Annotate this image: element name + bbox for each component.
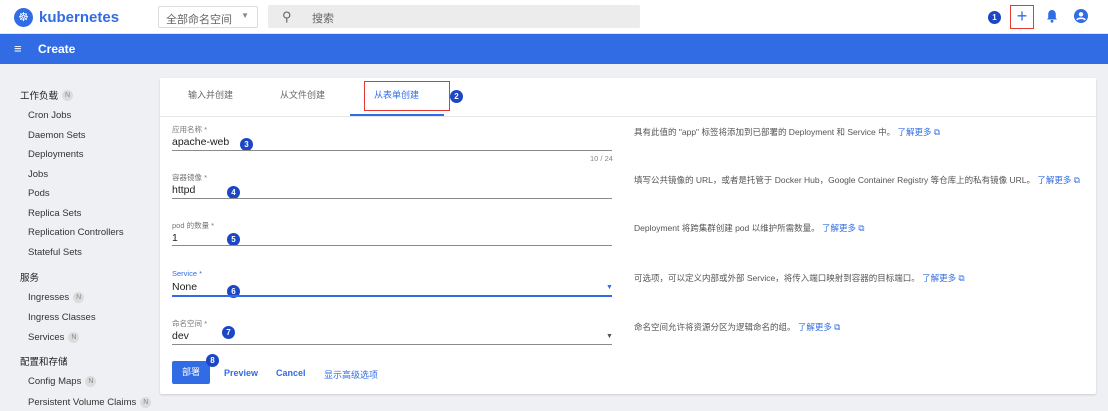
annotation-badge-8: 8 (206, 354, 219, 367)
namespace-help: 命名空间允许将资源分区为逻辑命名的组。 了解更多 ⧉ (634, 322, 841, 332)
sidebar-section-config-storage[interactable]: 配置和存储 (20, 354, 68, 368)
search-icon: ⚲ (282, 9, 292, 24)
sidebar-section-label: 工作负载 (20, 91, 59, 102)
namespaced-badge: N (73, 292, 85, 303)
sidebar-item-cron-jobs[interactable]: Cron Jobs (28, 110, 71, 121)
app-name: kubernetes (39, 9, 120, 26)
service-select[interactable]: None (172, 281, 197, 293)
pods-label: pod 的数量 * (172, 221, 215, 230)
helm-wheel-icon: ☸ (14, 8, 33, 27)
pods-underline (172, 245, 612, 246)
image-input[interactable]: httpd (172, 184, 195, 196)
service-underline (172, 295, 612, 297)
sidebar-item-replication-controllers[interactable]: Replication Controllers (28, 227, 124, 238)
sidebar-item-stateful-sets[interactable]: Stateful Sets (28, 247, 82, 258)
chevron-down-icon[interactable]: ▼ (606, 284, 613, 291)
external-link-icon: ⧉ (933, 127, 940, 137)
annotation-badge-2: 2 (450, 90, 463, 103)
namespace-selector[interactable]: 全部命名空间 ▼ (158, 6, 258, 28)
namespaced-badge: N (62, 89, 74, 101)
bell-icon[interactable] (1046, 9, 1058, 23)
app-name-label: 应用名称 * (172, 125, 208, 134)
image-label: 容器镜像 * (172, 173, 208, 182)
sidebar-item-config-maps[interactable]: Config Maps N (28, 376, 97, 387)
create-form-card: 输入并创建 从文件创建 从表单创建 2 应用名称 * apache-web 3 … (160, 78, 1096, 394)
account-icon[interactable] (1074, 9, 1088, 23)
kubernetes-logo[interactable]: ☸ kubernetes (14, 8, 119, 27)
sidebar-item-services[interactable]: Services N (28, 332, 80, 343)
preview-button[interactable]: Preview (224, 368, 258, 378)
show-advanced-options-button[interactable]: 显示高级选项 (324, 368, 378, 381)
sidebar-section-label: 服务 (20, 273, 40, 284)
namespace-select[interactable]: dev (172, 330, 189, 342)
namespace-underline (172, 344, 612, 345)
sidebar-item-jobs[interactable]: Jobs (28, 169, 48, 180)
sidebar-section-workloads[interactable]: 工作负载 N (20, 88, 74, 102)
sidebar-section-label: 配置和存储 (20, 357, 68, 368)
sidebar-item-ingress-classes[interactable]: Ingress Classes (28, 312, 96, 323)
app-name-char-count: 10 / 24 (590, 154, 613, 163)
sidebar-item-daemon-sets[interactable]: Daemon Sets (28, 130, 86, 141)
image-help: 填写公共镜像的 URL，或者是托管于 Docker Hub，Google Con… (634, 175, 1080, 185)
service-help: 可选项，可以定义内部或外部 Service，将传入端口映射到容器的目标端口。 了… (634, 273, 965, 283)
sidebar-item-replica-sets[interactable]: Replica Sets (28, 208, 81, 219)
external-link-icon: ⧉ (958, 273, 965, 283)
tab-highlight-box (364, 81, 450, 111)
app-name-help: 具有此值的 "app" 标签将添加到已部署的 Deployment 和 Serv… (634, 127, 940, 137)
app-name-underline (172, 150, 612, 151)
learn-more-link[interactable]: 了解更多 ⧉ (922, 273, 964, 283)
tabs-divider (160, 116, 1096, 117)
learn-more-link[interactable]: 了解更多 ⧉ (897, 127, 939, 137)
external-link-icon: ⧉ (858, 223, 865, 233)
learn-more-link[interactable]: 了解更多 ⧉ (1037, 175, 1079, 185)
namespace-selector-value: 全部命名空间 (166, 14, 232, 26)
search-placeholder: 搜索 (312, 13, 334, 25)
learn-more-link[interactable]: 了解更多 ⧉ (798, 322, 840, 332)
app-name-input[interactable]: apache-web (172, 136, 229, 148)
sidebar-item-pods[interactable]: Pods (28, 188, 50, 199)
page-title: Create (38, 42, 76, 56)
image-underline (172, 198, 612, 199)
sidebar: 工作负载 N Cron Jobs Daemon Sets Deployments… (0, 64, 152, 411)
external-link-icon: ⧉ (834, 322, 841, 332)
annotation-badge-7: 7 (222, 326, 235, 339)
sidebar-item-ingresses[interactable]: Ingresses N (28, 292, 85, 303)
tab-create-from-file[interactable]: 从文件创建 (280, 88, 325, 101)
pods-help: Deployment 将跨集群创建 pod 以维护所需数量。 了解更多 ⧉ (634, 223, 865, 233)
sidebar-item-persistent-volume-claims[interactable]: Persistent Volume Claims N (28, 397, 152, 408)
page-header: ≡ Create (0, 34, 1108, 64)
search-input[interactable]: ⚲ 搜索 (268, 5, 640, 28)
chevron-down-icon: ▼ (241, 11, 249, 20)
namespaced-badge: N (68, 332, 80, 343)
menu-icon[interactable]: ≡ (14, 42, 22, 55)
service-label: Service * (172, 269, 203, 278)
pods-input[interactable]: 1 (172, 232, 178, 244)
chevron-down-icon[interactable]: ▼ (606, 333, 613, 340)
top-bar: ☸ kubernetes 全部命名空间 ▼ ⚲ 搜索 1 + (0, 0, 1108, 34)
sidebar-item-deployments[interactable]: Deployments (28, 149, 83, 160)
external-link-icon: ⧉ (1073, 175, 1080, 185)
tab-create-from-input[interactable]: 输入并创建 (188, 88, 233, 101)
cancel-button[interactable]: Cancel (276, 368, 306, 378)
add-resource-button[interactable]: + (1010, 5, 1034, 29)
namespaced-badge: N (85, 376, 97, 387)
namespaced-badge: N (140, 397, 152, 408)
learn-more-link[interactable]: 了解更多 ⧉ (822, 223, 864, 233)
namespace-label: 命名空间 * (172, 319, 208, 328)
sidebar-section-services[interactable]: 服务 (20, 270, 39, 284)
annotation-badge-1: 1 (988, 11, 1001, 24)
deploy-button[interactable]: 部署 (172, 361, 210, 384)
